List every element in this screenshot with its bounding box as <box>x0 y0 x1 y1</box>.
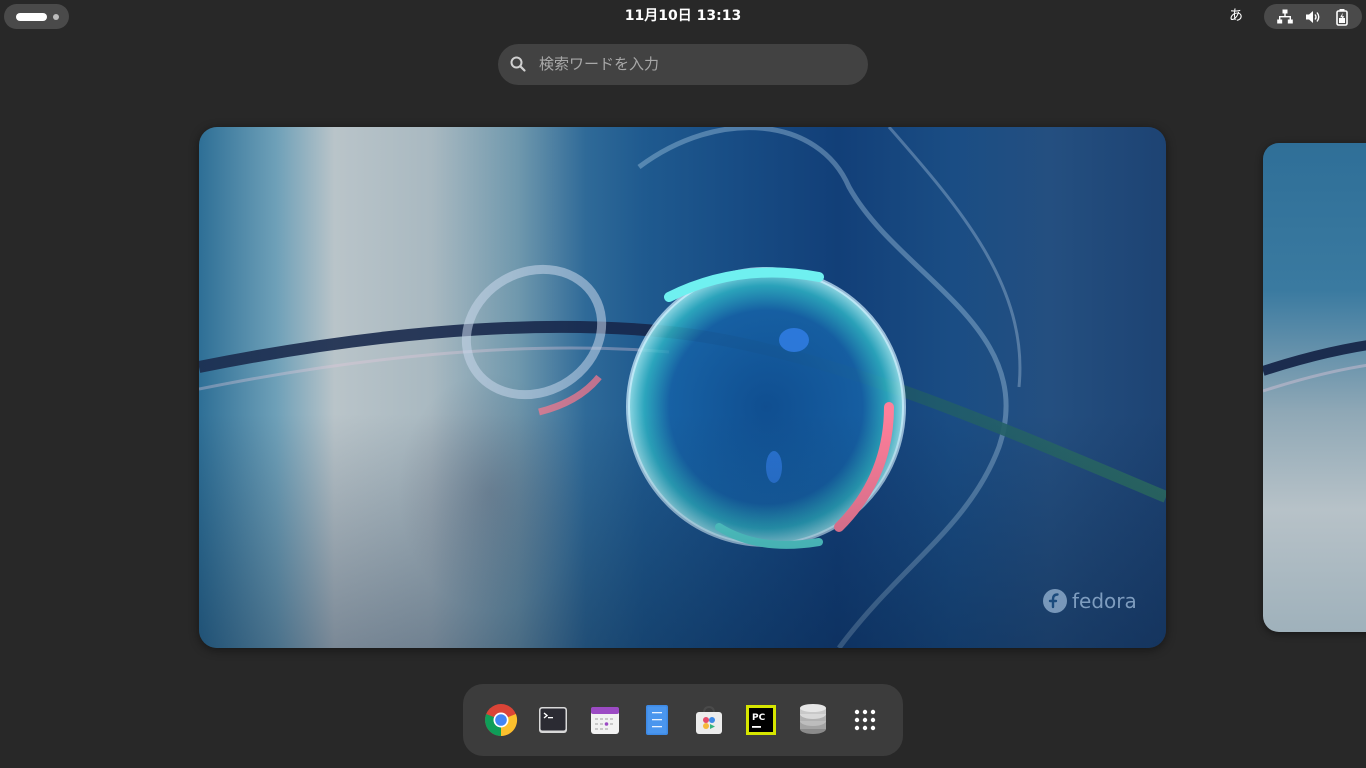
chrome-icon <box>485 704 518 737</box>
dash-app-chrome[interactable] <box>480 699 522 741</box>
activities-button[interactable] <box>4 4 69 29</box>
software-store-icon <box>696 705 722 734</box>
fedora-icon <box>1043 589 1067 613</box>
dash-app-calendar[interactable] <box>584 699 626 741</box>
workspace-thumbnail-current[interactable]: fedora <box>199 127 1166 648</box>
fedora-logo: fedora <box>1042 586 1142 616</box>
database-icon <box>800 704 826 734</box>
workspace-thumbnail-next[interactable] <box>1263 143 1366 632</box>
workspace-indicator-dot <box>53 14 59 20</box>
text-editor-icon <box>646 705 668 735</box>
wallpaper-thread-art <box>1263 340 1366 393</box>
dash-app-text-editor[interactable] <box>636 699 678 741</box>
dash-app-software[interactable] <box>688 699 730 741</box>
network-wired-icon <box>1277 9 1293 24</box>
search-icon <box>510 56 526 72</box>
pycharm-icon: PC <box>746 705 776 735</box>
date-time[interactable]: 11月10日 13:13 <box>583 4 783 29</box>
svg-text:PC: PC <box>752 713 766 723</box>
fedora-wordmark: fedora <box>1072 589 1137 613</box>
app-grid-icon <box>854 709 876 731</box>
dash-app-database[interactable] <box>792 699 834 741</box>
wallpaper-shade <box>199 127 1166 648</box>
search-placeholder: 検索ワードを入力 <box>539 55 660 73</box>
input-method-indicator[interactable]: あ <box>1222 4 1250 29</box>
battery-charging-icon <box>1336 9 1348 26</box>
system-status-menu[interactable] <box>1264 4 1362 29</box>
workspace-indicator-active <box>16 13 47 21</box>
dash-app-pycharm[interactable]: PC <box>740 699 782 741</box>
show-applications-button[interactable] <box>844 699 886 741</box>
dash-app-terminal[interactable] <box>532 699 574 741</box>
calendar-icon <box>591 707 619 734</box>
search-entry[interactable]: 検索ワードを入力 <box>498 44 868 85</box>
volume-icon <box>1306 11 1320 23</box>
top-bar: 11月10日 13:13 あ <box>0 0 1366 32</box>
dash: PC <box>463 684 903 756</box>
terminal-icon <box>539 707 567 733</box>
